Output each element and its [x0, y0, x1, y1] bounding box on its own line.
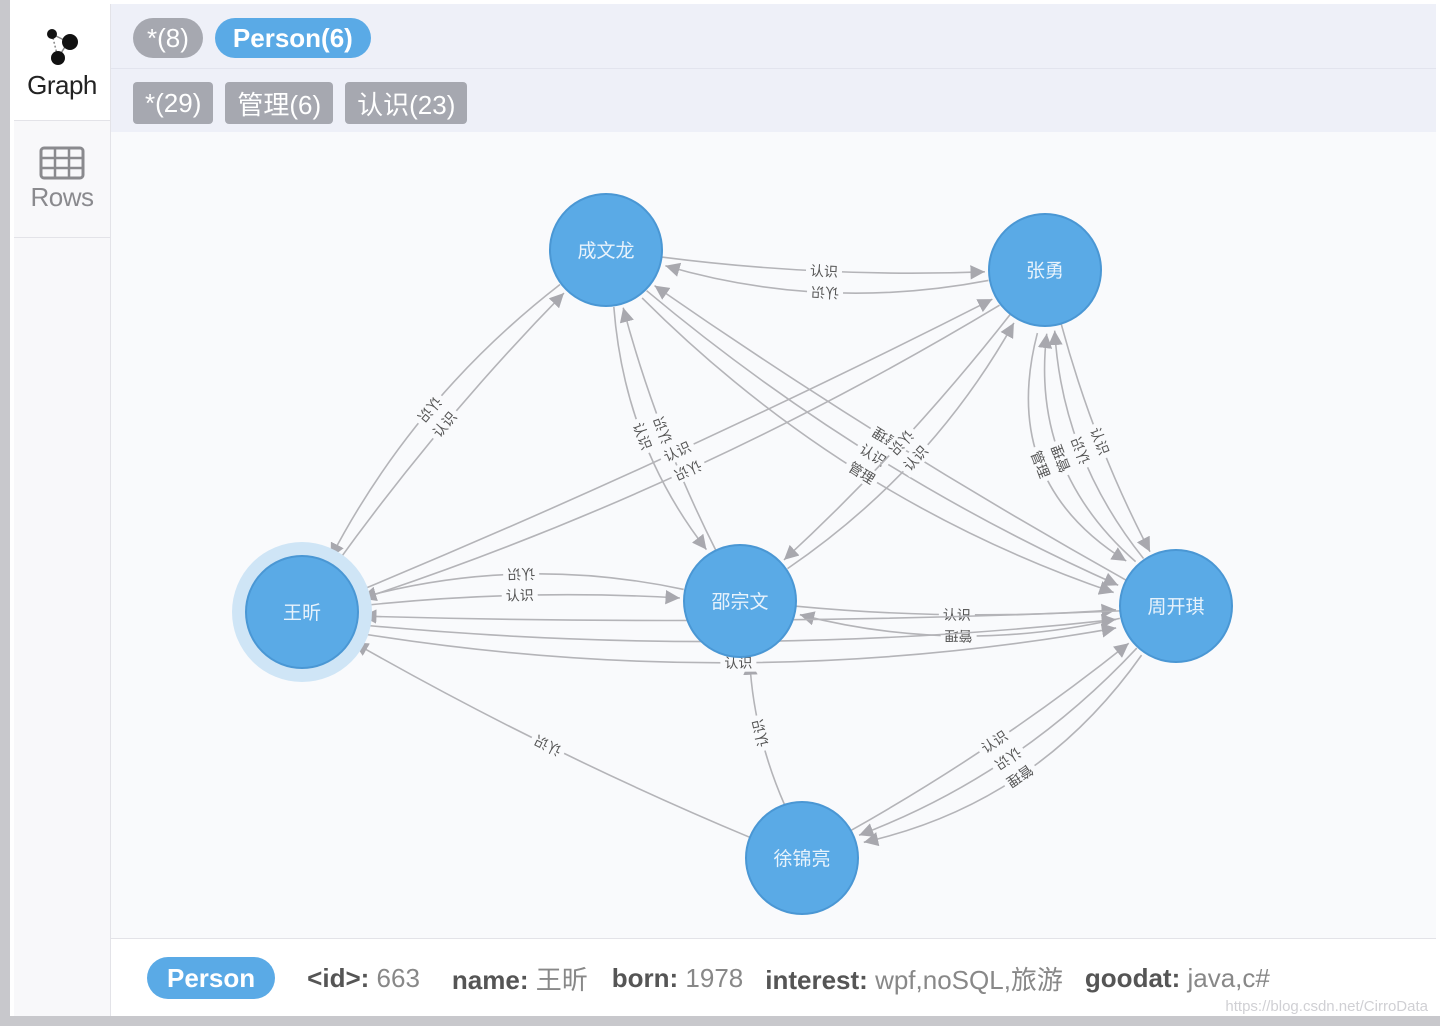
property-born: born: 1978 — [612, 963, 744, 994]
node-label: 张勇 — [1026, 260, 1064, 282]
edge-label: 管理 — [945, 627, 973, 643]
window-frame-bottom — [0, 1016, 1440, 1026]
edge-label: 认识 — [507, 565, 535, 582]
sidebar-item-label: Graph — [27, 69, 97, 100]
node-label: 徐锦亮 — [773, 848, 830, 870]
property-id: <id>: 663 — [307, 963, 420, 994]
legend-header: *(8) Person(6) *(29) 管理(6) 认识(23) — [111, 4, 1436, 132]
edge-label: 认识 — [810, 264, 839, 281]
property-value: 663 — [376, 962, 420, 993]
node-label: 周开琪 — [1147, 596, 1204, 618]
window-frame-left — [0, 0, 10, 1026]
graph-svg[interactable]: 认识认识认识认识认识认识管理认识认识认识认识认识认识管理认识认识认识管理管理认识… — [111, 132, 1436, 938]
node-label-row: *(8) Person(6) — [133, 18, 371, 58]
node-label-person-pill[interactable]: Person(6) — [214, 18, 371, 58]
sidebar-item-graph[interactable]: Graph — [14, 4, 110, 121]
graph-node-chengwenlong[interactable]: 成文龙 — [549, 193, 663, 307]
property-name: name: 王昕 — [452, 960, 588, 997]
property-value: 王昕 — [535, 964, 588, 995]
node-label-all-pill[interactable]: *(8) — [133, 18, 203, 58]
node-label: 邵宗文 — [711, 591, 768, 613]
header-divider — [111, 68, 1436, 69]
edge-label: 认识 — [506, 588, 534, 605]
edge-label: 认识 — [651, 414, 676, 446]
node-label: 王昕 — [283, 602, 321, 624]
graph-node-shaozongwen[interactable]: 邵宗文 — [683, 544, 797, 658]
relationship-edge[interactable] — [641, 297, 1114, 595]
graph-canvas[interactable]: 认识认识认识认识认识认识管理认识认识认识认识认识认识管理认识认识认识管理管理认识… — [111, 132, 1436, 938]
rel-type-manage-tag[interactable]: 管理(6) — [225, 82, 334, 124]
property-value: wpf,noSQL,旅游 — [875, 964, 1063, 995]
rel-type-know-tag[interactable]: 认识(23) — [345, 82, 468, 124]
table-icon — [39, 146, 85, 179]
edge-label: 管理 — [1027, 449, 1052, 481]
edge-label: 认识 — [629, 421, 654, 453]
graph-node-zhangyong[interactable]: 张勇 — [988, 213, 1102, 327]
inspector-footer: Person <id>: 663 name: 王昕 born: 1978 int… — [111, 938, 1436, 1017]
property-interest: interest: wpf,noSQL,旅游 — [765, 960, 1063, 997]
relationship-edge[interactable] — [863, 654, 1143, 847]
property-goodat: goodat: java,c# — [1085, 963, 1270, 994]
sidebar-item-rows[interactable]: Rows — [14, 121, 110, 238]
graph-node-zhoukaiqi[interactable]: 周开琪 — [1119, 549, 1233, 663]
relationship-type-row: *(29) 管理(6) 认识(23) — [133, 82, 468, 124]
graph-node-wangxin[interactable]: 王昕 — [232, 542, 372, 682]
property-key: <id>: — [307, 962, 370, 993]
nodes-layer: 成文龙张勇王昕 邵宗文 周开琪徐锦亮 — [232, 193, 1233, 915]
rel-type-all-tag[interactable]: *(29) — [133, 82, 214, 124]
property-value: java,c# — [1187, 962, 1270, 993]
property-key: born: — [611, 962, 679, 993]
graph-node-xujinliang[interactable]: 徐锦亮 — [745, 801, 859, 915]
sidebar-item-label: Rows — [30, 181, 94, 212]
selected-node-label-pill[interactable]: Person — [147, 957, 276, 999]
edge-label: 认识 — [724, 656, 752, 672]
property-key: goodat: — [1084, 962, 1181, 993]
sidebar: Graph Rows — [14, 4, 111, 1016]
edge-label: 认识 — [750, 717, 772, 748]
graph-icon — [47, 28, 78, 65]
property-key: interest: — [765, 964, 868, 995]
watermark: https://blog.csdn.net/CirroData — [1225, 998, 1428, 1015]
edge-label: 认识 — [811, 283, 840, 300]
property-key: name: — [451, 964, 529, 995]
property-value: 1978 — [685, 962, 744, 993]
node-label: 成文龙 — [577, 240, 634, 262]
